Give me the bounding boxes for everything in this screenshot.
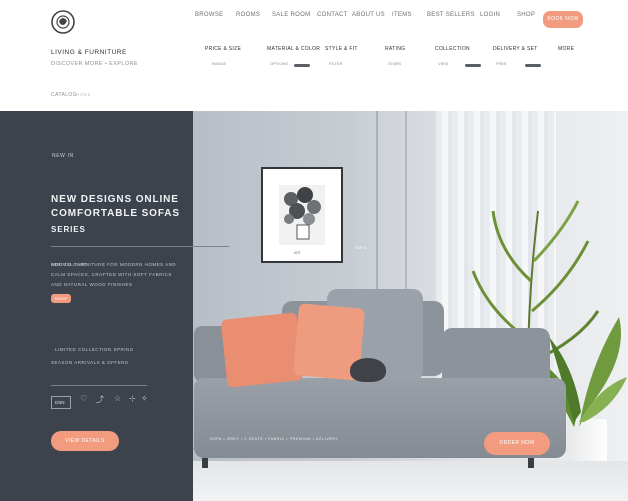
nav-item-shop[interactable]: SHOP: [517, 12, 535, 18]
breadcrumb[interactable]: CATALOG: [51, 92, 77, 98]
filter-style[interactable]: STYLE & FIT FILTER: [325, 46, 380, 66]
sleeping-cat: [350, 358, 386, 382]
feature-divider: [51, 385, 147, 386]
filter-price[interactable]: PRICE & SIZE RANGE: [205, 46, 255, 66]
filter-delivery[interactable]: DELIVERY & SET FREE: [493, 46, 548, 67]
filter-sub: STARS: [388, 61, 402, 66]
frame-label: ART: [294, 251, 301, 255]
filter-label: PRICE & SIZE: [205, 46, 242, 52]
filter-collection[interactable]: COLLECTION VIEW: [435, 46, 485, 67]
hero-desc-line3: AND NATURAL WOOD FINISHES: [51, 282, 133, 287]
cushion-peach: [220, 312, 304, 388]
feature-line1: LIMITED COLLECTION SPRING: [55, 347, 134, 352]
section-title: LIVING & FURNITURE: [51, 49, 127, 56]
sofa-leg: [202, 458, 208, 468]
sofa-leg: [528, 458, 534, 468]
nav-item-bestsellers[interactable]: BEST SELLERS: [427, 12, 475, 18]
hero-title-line2: COMFORTABLE SOFAS: [51, 208, 181, 219]
info-hotspot[interactable]: INFO: [355, 245, 367, 250]
filter-label: MATERIAL & COLOR: [267, 46, 321, 52]
feature-line2: SEASON ARRIVALS & OFFERS: [51, 360, 129, 365]
filter-bar: PRICE & SIZE RANGE MATERIAL & COLOR OPTI…: [205, 46, 585, 74]
filter-label: STYLE & FIT: [325, 46, 358, 52]
hero-desc-line1: MINIMAL FURNITURE FOR MODERN HOMES AND: [51, 262, 177, 267]
hero-panel: NEW IN NEW DESIGNS ONLINE COMFORTABLE SO…: [0, 111, 229, 501]
filter-sub: FILTER: [329, 61, 343, 66]
filter-sub: RANGE: [212, 61, 227, 66]
round-emblem-icon: [51, 10, 75, 34]
view-details-button[interactable]: VIEW DETAILS: [51, 431, 119, 451]
top-nav: BROWSE ROOMS SALE ROOM CONTACT ABOUT US …: [195, 12, 535, 22]
range-bar[interactable]: [294, 64, 310, 67]
hero-desc-line2: CALM SPACES, CRAFTED WITH SOFT FABRICS: [51, 272, 172, 277]
shop-small-button[interactable]: SHOP: [51, 294, 71, 303]
sofa-caption: SOFA • GREY • 3 SEATS • FABRIC • PREMIUM…: [210, 437, 339, 441]
filter-more-label: MORE: [558, 46, 575, 52]
nav-item-sale[interactable]: SALE ROOM: [272, 12, 310, 18]
section-subtitle: DISCOVER MORE • EXPLORE: [51, 61, 138, 67]
sparkle-icon: ✧: [141, 394, 148, 403]
heart-icon[interactable]: ♡: [80, 394, 87, 403]
bookmark-icon[interactable]: ⊹: [129, 394, 136, 403]
site-logo[interactable]: [50, 9, 76, 35]
nav-item-contact[interactable]: CONTACT: [317, 12, 348, 18]
share-icon[interactable]: ⤴: [96, 394, 104, 405]
hero-divider: [51, 246, 229, 247]
nav-item-login[interactable]: LOGIN: [480, 12, 500, 18]
star-icon[interactable]: ☆: [114, 394, 121, 403]
nav-item-about[interactable]: ABOUT US: [352, 12, 385, 18]
order-now-button[interactable]: ORDER NOW: [484, 432, 550, 455]
filter-material[interactable]: MATERIAL & COLOR OPTIONS: [267, 46, 327, 67]
book-now-button[interactable]: BOOK NOW: [543, 11, 583, 28]
code-box[interactable]: DSN: [51, 396, 71, 409]
wall-art-frame[interactable]: ART: [261, 167, 343, 263]
filter-label: DELIVERY & SET: [493, 46, 538, 52]
hero-tag: NEW IN: [52, 153, 74, 159]
filter-label: RATING: [385, 46, 406, 52]
filter-more[interactable]: MORE: [558, 46, 584, 52]
nav-item-rooms[interactable]: ROOMS: [236, 12, 260, 18]
nav-item-browse[interactable]: BROWSE: [195, 12, 223, 18]
hero-title-line1: NEW DESIGNS ONLINE: [51, 194, 179, 205]
nav-item-items[interactable]: ITEMS: [392, 12, 412, 18]
breadcrumb-tail[interactable]: HOME: [76, 92, 91, 97]
range-bar[interactable]: [525, 64, 541, 67]
range-bar[interactable]: [465, 64, 481, 67]
code-label: DSN: [55, 400, 65, 405]
filter-rating[interactable]: RATING STARS: [385, 46, 430, 66]
filter-label: COLLECTION: [435, 46, 470, 52]
flower-illustration: [279, 185, 325, 245]
hero-title-line3: SERIES: [51, 225, 86, 234]
